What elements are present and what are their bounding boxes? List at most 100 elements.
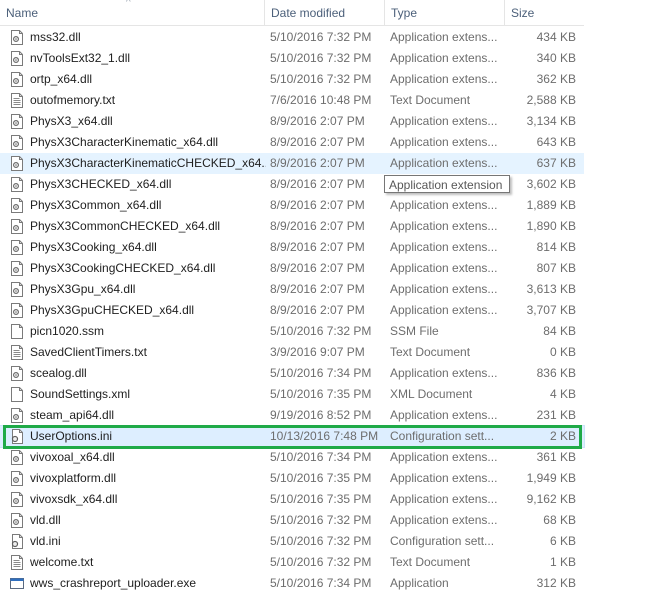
- file-name: SoundSettings.xml: [30, 387, 131, 401]
- file-date-modified: 7/6/2016 10:48 PM: [270, 93, 372, 107]
- file-type: Application extens...: [390, 30, 498, 44]
- file-type: Application: [390, 576, 449, 590]
- file-type: XML Document: [390, 387, 473, 401]
- file-row[interactable]: PhysX3_x64.dll 8/9/2016 2:07 PM Applicatio…: [0, 111, 584, 132]
- dll-file-icon: [10, 114, 24, 129]
- file-row[interactable]: PhysX3CharacterKinematicCHECKED_x64.... 8…: [0, 153, 584, 174]
- config-file-icon: [10, 534, 24, 549]
- file-date-modified: 5/10/2016 7:32 PM: [270, 513, 372, 527]
- file-name: PhysX3_x64.dll: [30, 114, 113, 128]
- file-row[interactable]: scealog.dll 5/10/2016 7:34 PM Application …: [0, 363, 584, 384]
- file-date-modified: 3/9/2016 9:07 PM: [270, 345, 365, 359]
- file-size: 814 KB: [536, 240, 576, 254]
- sort-ascending-icon: ^: [126, 0, 131, 8]
- file-name: PhysX3CommonCHECKED_x64.dll: [30, 219, 221, 233]
- file-size: 312 KB: [536, 576, 576, 590]
- dll-file-icon: [10, 282, 24, 297]
- dll-file-icon: [10, 471, 24, 486]
- file-type: Application extens...: [390, 408, 498, 422]
- file-size: 2 KB: [549, 429, 576, 443]
- file-row[interactable]: UserOptions.ini 10/13/2016 7:48 PM Configu…: [0, 425, 585, 448]
- file-row[interactable]: PhysX3CharacterKinematic_x64.dll 8/9/2016…: [0, 132, 584, 153]
- file-date-modified: 8/9/2016 2:07 PM: [270, 240, 365, 254]
- file-type: Configuration sett...: [390, 429, 495, 443]
- file-type: Application extens...: [390, 198, 498, 212]
- file-type: Application extens...: [390, 240, 498, 254]
- file-size: 0 KB: [549, 345, 576, 359]
- file-row[interactable]: vivoxoal_x64.dll 5/10/2016 7:34 PM Applica…: [0, 447, 584, 468]
- dll-file-icon: [10, 240, 24, 255]
- dll-file-icon: [10, 198, 24, 213]
- file-size: 1,889 KB: [526, 198, 576, 212]
- file-row[interactable]: vld.ini 5/10/2016 7:32 PM Configuration se…: [0, 531, 584, 552]
- column-header-size-label: Size: [511, 6, 535, 20]
- column-header-name[interactable]: Name ^: [0, 0, 264, 25]
- file-size: 3,613 KB: [526, 282, 576, 296]
- file-date-modified: 8/9/2016 2:07 PM: [270, 219, 365, 233]
- column-header-name-label: Name: [6, 6, 39, 20]
- file-type: Application extens...: [390, 135, 498, 149]
- file-name: PhysX3CharacterKinematic_x64.dll: [30, 135, 219, 149]
- file-name: picn1020.ssm: [30, 324, 105, 338]
- file-date-modified: 5/10/2016 7:32 PM: [270, 534, 372, 548]
- file-row[interactable]: outofmemory.txt 7/6/2016 10:48 PM Text Doc…: [0, 90, 584, 111]
- file-name: welcome.txt: [30, 555, 94, 569]
- file-row[interactable]: vivoxplatform.dll 5/10/2016 7:35 PM Applic…: [0, 468, 584, 489]
- file-size: 68 KB: [543, 513, 576, 527]
- file-date-modified: 5/10/2016 7:32 PM: [270, 72, 372, 86]
- file-type: Text Document: [390, 93, 471, 107]
- dll-file-icon: [10, 450, 24, 465]
- file-date-modified: 5/10/2016 7:35 PM: [270, 492, 372, 506]
- file-name: nvToolsExt32_1.dll: [30, 51, 131, 65]
- file-name: PhysX3GpuCHECKED_x64.dll: [30, 303, 195, 317]
- file-row[interactable]: vld.dll 5/10/2016 7:32 PM Application exte…: [0, 510, 584, 531]
- file-type: Application extens...: [390, 219, 498, 233]
- file-size: 1,890 KB: [526, 219, 576, 233]
- dll-file-icon: [10, 30, 24, 45]
- column-header-date-modified[interactable]: Date modified: [264, 0, 384, 25]
- dll-file-icon: [10, 366, 24, 381]
- file-name: steam_api64.dll: [30, 408, 115, 422]
- dll-file-icon: [10, 261, 24, 276]
- file-name: wws_crashreport_uploader.exe: [30, 576, 197, 590]
- column-header-type-label: Type: [391, 6, 418, 20]
- file-name: vivoxoal_x64.dll: [30, 450, 115, 464]
- file-type: Application extens...: [390, 261, 498, 275]
- file-name: vld.dll: [30, 513, 61, 527]
- file-row[interactable]: PhysX3CommonCHECKED_x64.dll 8/9/2016 2:07…: [0, 216, 584, 237]
- file-row[interactable]: welcome.txt 5/10/2016 7:32 PM Text Documen…: [0, 552, 584, 573]
- file-row[interactable]: PhysX3Cooking_x64.dll 8/9/2016 2:07 PM App…: [0, 237, 584, 258]
- file-row[interactable]: PhysX3GpuCHECKED_x64.dll 8/9/2016 2:07 PM…: [0, 300, 584, 321]
- file-name: PhysX3CharacterKinematicCHECKED_x64....: [30, 156, 266, 170]
- dll-file-icon: [10, 492, 24, 507]
- file-row[interactable]: picn1020.ssm 5/10/2016 7:32 PM SSM File 84 …: [0, 321, 584, 342]
- file-row[interactable]: mss32.dll 5/10/2016 7:32 PM Application ex…: [0, 27, 584, 48]
- file-date-modified: 8/9/2016 2:07 PM: [270, 135, 365, 149]
- file-type: Application extens...: [390, 450, 498, 464]
- column-header-type[interactable]: Type: [384, 0, 504, 25]
- file-row[interactable]: SavedClientTimers.txt 3/9/2016 9:07 PM Tex…: [0, 342, 584, 363]
- dll-file-icon: [10, 135, 24, 150]
- text-file-icon: [10, 555, 24, 570]
- file-size: 643 KB: [536, 135, 576, 149]
- text-file-icon: [10, 93, 24, 108]
- file-size: 6 KB: [549, 534, 576, 548]
- file-row[interactable]: wws_crashreport_uploader.exe 5/10/2016 7:…: [0, 573, 584, 594]
- file-row[interactable]: ortp_x64.dll 5/10/2016 7:32 PM Application…: [0, 69, 584, 90]
- file-row[interactable]: nvToolsExt32_1.dll 5/10/2016 7:32 PM Appli…: [0, 48, 584, 69]
- file-row[interactable]: PhysX3CookingCHECKED_x64.dll 8/9/2016 2:0…: [0, 258, 584, 279]
- file-row[interactable]: PhysX3Common_x64.dll 8/9/2016 2:07 PM Appl…: [0, 195, 584, 216]
- dll-file-icon: [10, 513, 24, 528]
- column-header-size[interactable]: Size: [504, 0, 584, 25]
- file-date-modified: 8/9/2016 2:07 PM: [270, 156, 365, 170]
- file-date-modified: 5/10/2016 7:32 PM: [270, 555, 372, 569]
- file-type: Application extens...: [390, 114, 498, 128]
- file-size: 1,949 KB: [526, 471, 576, 485]
- file-date-modified: 8/9/2016 2:07 PM: [270, 261, 365, 275]
- file-row[interactable]: vivoxsdk_x64.dll 5/10/2016 7:35 PM Applica…: [0, 489, 584, 510]
- file-size: 807 KB: [536, 261, 576, 275]
- file-row[interactable]: PhysX3Gpu_x64.dll 8/9/2016 2:07 PM Applica…: [0, 279, 584, 300]
- file-row[interactable]: steam_api64.dll 9/19/2016 8:52 PM Applicat…: [0, 405, 584, 426]
- dll-file-icon: [10, 156, 24, 171]
- file-row[interactable]: SoundSettings.xml 5/10/2016 7:35 PM XML Do…: [0, 384, 584, 405]
